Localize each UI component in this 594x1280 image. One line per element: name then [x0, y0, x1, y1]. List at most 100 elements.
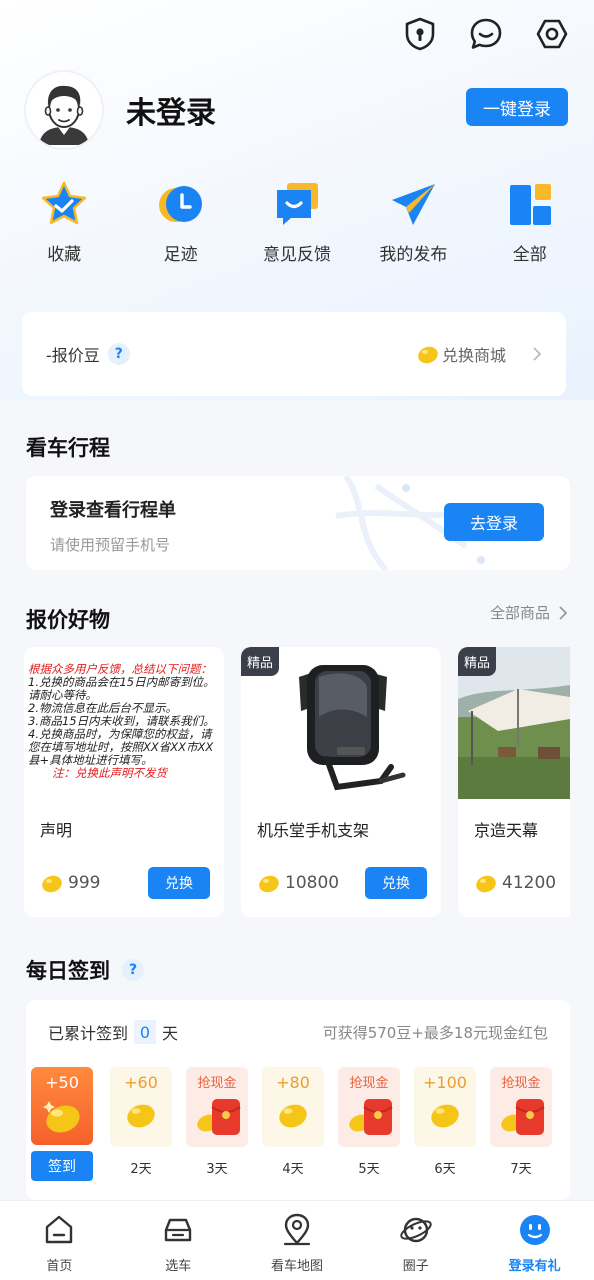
send-icon: [387, 178, 439, 230]
profile-face-icon: [518, 1213, 552, 1247]
checkin-progress: 已累计签到 0 天: [48, 1020, 178, 1044]
quick-action-label: 足迹: [163, 245, 198, 265]
red-envelope-icon: [501, 1099, 545, 1135]
price-value: 10800: [285, 873, 340, 893]
declaration-notice: 根据众多用户反馈，总结以下问题： 1.兑换的商品会在15日内邮寄到位。请耐心等待…: [24, 647, 224, 780]
day-amount: 抢现金: [501, 1076, 541, 1091]
premium-tag: 精品: [458, 647, 497, 676]
day-label: 3天: [206, 1162, 228, 1177]
one-click-login-button[interactable]: 一键登录: [466, 88, 568, 126]
product-name: 京造天幕: [474, 821, 539, 840]
nav-item-circle[interactable]: 圈子: [356, 1201, 475, 1280]
checkin-day[interactable]: 抢现金: [186, 1067, 248, 1147]
day-label: 6天: [434, 1162, 456, 1177]
checkin-day[interactable]: +50: [31, 1067, 93, 1145]
nav-label: 选车: [165, 1259, 192, 1274]
chevron-right-icon: [533, 347, 542, 361]
planet-icon: [399, 1213, 433, 1247]
top-toolbar: [400, 14, 572, 54]
exchange-button[interactable]: 兑换: [365, 867, 427, 899]
product-image: 精品: [241, 647, 441, 799]
trip-section-title: 看车行程: [26, 436, 110, 460]
nav-label: 看车地图: [270, 1259, 323, 1274]
checkin-day[interactable]: 抢现金: [490, 1067, 552, 1147]
notice-line: 注：兑换此声明不发货: [52, 766, 167, 780]
checkin-prefix: 已累计签到: [48, 1024, 129, 1043]
notice-line: 1.兑换的商品会在15日内邮寄到位。请耐心等待。: [28, 675, 215, 702]
sign-in-button[interactable]: 签到: [31, 1151, 93, 1181]
trip-card: 登录查看行程单 请使用预留手机号 去登录: [26, 476, 570, 570]
checkin-suffix: 天: [162, 1024, 179, 1043]
bean-icon: [127, 1104, 155, 1128]
checkin-reward-text: 可获得570豆+最多18元现金红包: [322, 1024, 548, 1042]
checkin-day[interactable]: +80: [262, 1067, 324, 1147]
clock-icon: [155, 178, 207, 230]
map-pin-icon: [280, 1213, 314, 1247]
product-card[interactable]: 根据众多用户反馈，总结以下问题： 1.兑换的商品会在15日内邮寄到位。请耐心等待…: [24, 647, 224, 917]
bean-icon: [279, 1104, 307, 1128]
bean-shop-label: 兑换商城: [441, 346, 506, 365]
nav-item-home[interactable]: 首页: [0, 1201, 119, 1280]
quick-action-history[interactable]: 足迹: [122, 178, 238, 265]
day-amount: 抢现金: [197, 1076, 237, 1091]
checkin-section-title: 每日签到 ?: [26, 955, 144, 985]
nav-item-login-gift[interactable]: 登录有礼: [475, 1201, 594, 1280]
product-card[interactable]: 精品 机乐堂手机支架 10800 兑换: [241, 647, 441, 917]
username[interactable]: 未登录: [126, 88, 216, 132]
day-label: 2天: [130, 1162, 152, 1177]
day-label: 4天: [282, 1162, 304, 1177]
checkin-day[interactable]: 抢现金: [338, 1067, 400, 1147]
star-icon: [38, 178, 90, 230]
quick-action-my-posts[interactable]: 我的发布: [355, 178, 471, 265]
bean-icon: [431, 1104, 459, 1128]
premium-tag: 精品: [241, 647, 280, 676]
bean-shop-link[interactable]: 兑换商城: [417, 342, 542, 366]
checkin-count: 0: [134, 1020, 157, 1044]
settings-icon[interactable]: [532, 14, 572, 54]
bean-icon: [42, 875, 62, 893]
nav-item-select-car[interactable]: 选车: [119, 1201, 238, 1280]
avatar[interactable]: [26, 72, 102, 148]
chevron-right-icon: [559, 605, 568, 620]
quick-action-label: 意见反馈: [262, 245, 331, 265]
price-value: 999: [68, 873, 101, 893]
red-envelope-icon: [197, 1099, 241, 1135]
product-card[interactable]: 精品 京造天幕 41200: [458, 647, 570, 917]
shield-lock-icon[interactable]: [400, 14, 440, 54]
day-amount: +60: [124, 1073, 158, 1092]
quick-action-favorites[interactable]: 收藏: [6, 178, 122, 265]
quick-actions: 收藏 足迹 意见反馈 我的发布 全部: [6, 178, 588, 265]
exchange-button[interactable]: 兑换: [148, 867, 210, 899]
quick-action-label: 全部: [512, 245, 547, 265]
nav-item-car-map[interactable]: 看车地图: [238, 1201, 357, 1280]
all-goods-link[interactable]: 全部商品: [490, 602, 568, 623]
day-amount: +80: [276, 1073, 310, 1092]
quick-action-feedback[interactable]: 意见反馈: [239, 178, 355, 265]
red-envelope-icon: [349, 1099, 393, 1135]
bean-icon: [43, 1101, 80, 1133]
bean-icon: [259, 875, 279, 893]
checkin-day[interactable]: +100: [414, 1067, 476, 1147]
help-icon[interactable]: ?: [107, 343, 130, 365]
day-amount: 抢现金: [349, 1076, 389, 1091]
day-amount: +50: [45, 1073, 79, 1092]
nav-label: 首页: [46, 1259, 73, 1274]
product-image: 根据众多用户反馈，总结以下问题： 1.兑换的商品会在15日内邮寄到位。请耐心等待…: [24, 647, 224, 799]
car-icon: [161, 1213, 195, 1247]
help-icon[interactable]: ?: [122, 959, 144, 981]
bean-icon: [476, 875, 496, 893]
go-login-button[interactable]: 去登录: [444, 503, 544, 541]
grid-icon: [504, 178, 556, 230]
day-label: 7天: [510, 1162, 532, 1177]
quick-action-all[interactable]: 全部: [472, 178, 588, 265]
checkin-title-text: 每日签到: [26, 959, 110, 983]
checkin-day[interactable]: +60: [110, 1067, 172, 1147]
chat-icon[interactable]: [466, 14, 506, 54]
bottom-nav: 首页 选车 看车地图 圈子 登录有礼: [0, 1200, 594, 1280]
product-price: 41200: [474, 873, 556, 893]
bean-balance-card[interactable]: -报价豆 ? 兑换商城: [22, 312, 566, 396]
product-name: 机乐堂手机支架: [257, 821, 370, 840]
day-label: 5天: [358, 1162, 380, 1177]
quick-action-label: 收藏: [47, 245, 82, 265]
feedback-icon: [271, 178, 323, 230]
